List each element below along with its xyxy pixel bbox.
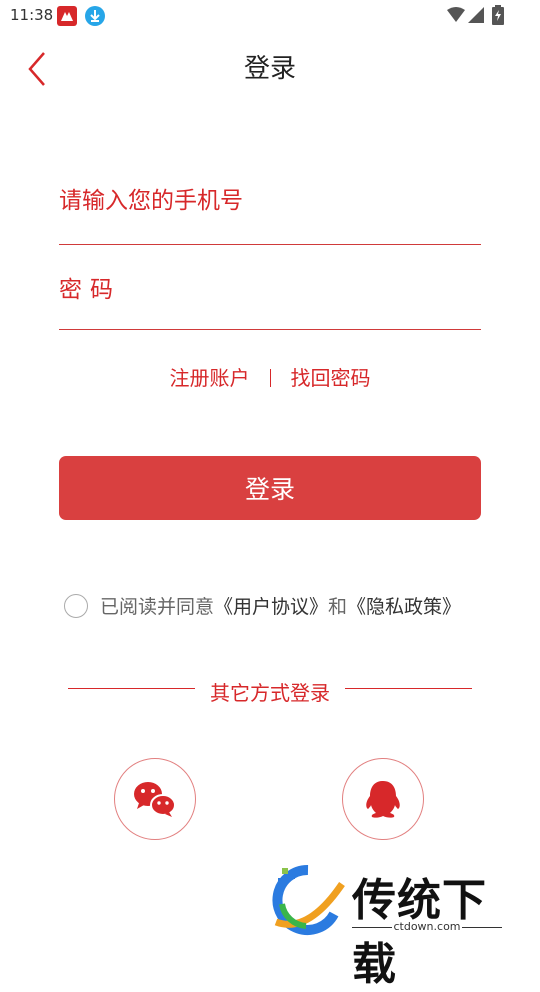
agreement-prefix: 已阅读并同意 [100,596,215,618]
phone-field-container [59,188,481,245]
battery-icon [492,5,504,29]
password-field-container [59,277,481,330]
link-divider [269,369,271,387]
wechat-icon [134,782,176,817]
qq-icon [366,781,400,818]
status-time: 11:38 [10,6,54,24]
login-button[interactable]: 登录 [59,456,481,520]
watermark: 传统下载 ctdown.com [268,862,518,990]
agreement-row: 已阅读并同意《用户协议》和《隐私政策》 [64,592,461,619]
agree-checkbox[interactable] [64,594,88,618]
divider-line-right [345,688,472,689]
user-agreement-link[interactable]: 《用户协议》 [214,596,328,618]
app-notification-icon [57,6,77,26]
wifi-icon [447,7,465,27]
ctdown-logo-icon [272,864,345,935]
signal-icon [468,7,484,27]
account-links: 注册账户 找回密码 [0,362,540,391]
phone-input[interactable] [59,188,481,214]
wechat-login-button[interactable] [114,758,196,840]
privacy-policy-link[interactable]: 《隐私政策》 [347,596,461,618]
status-bar: 11:38 [0,0,540,32]
password-input[interactable] [59,277,481,303]
page-title: 登录 [243,54,296,84]
forgot-password-link[interactable]: 找回密码 [291,366,371,390]
watermark-url: ctdown.com [352,920,502,933]
agreement-and: 和 [328,596,348,618]
other-login-divider: 其它方式登录 [0,677,540,705]
other-login-label: 其它方式登录 [210,681,330,705]
register-link[interactable]: 注册账户 [170,366,250,390]
qq-login-button[interactable] [342,758,424,840]
download-notification-icon [85,6,105,26]
